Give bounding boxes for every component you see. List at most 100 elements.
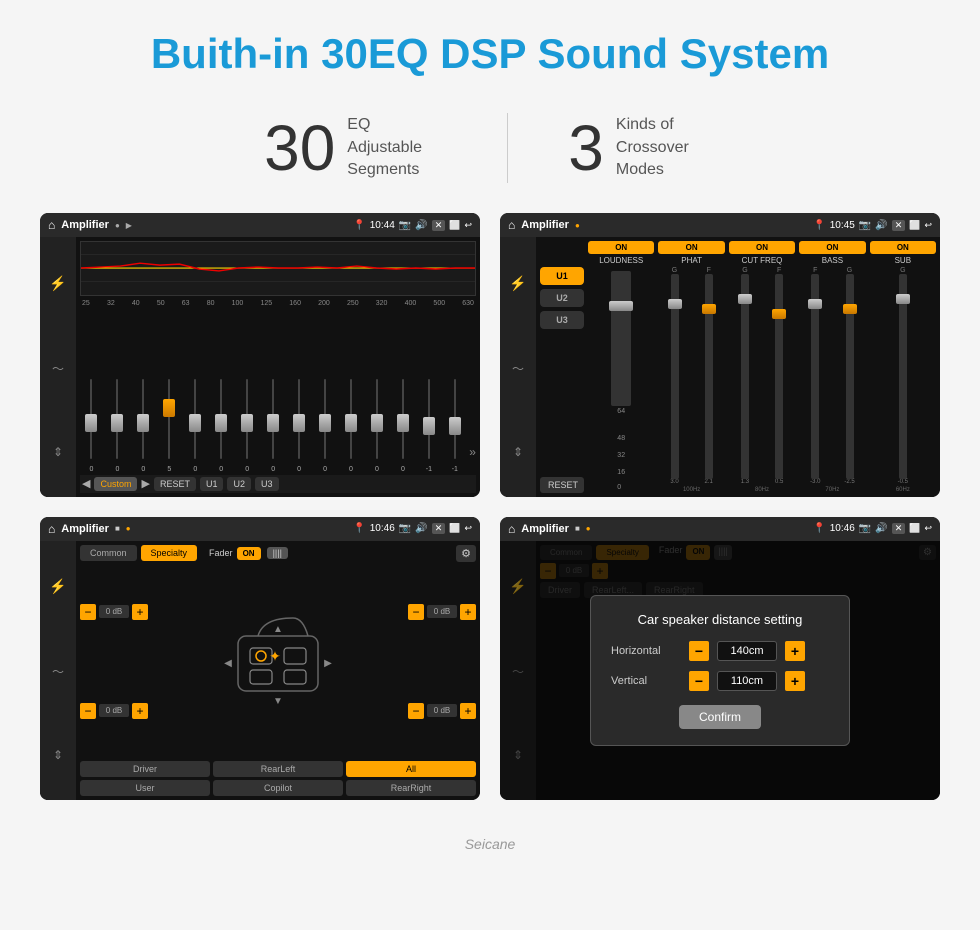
all-btn[interactable]: All xyxy=(346,761,476,777)
vol-br-minus[interactable]: − xyxy=(408,703,424,719)
eq-u1-btn[interactable]: U1 xyxy=(200,477,224,491)
vol-tl-minus[interactable]: − xyxy=(80,604,96,620)
speaker-filter-icon[interactable]: ⚡ xyxy=(49,578,66,595)
stats-row: 30 EQ AdjustableSegments 3 Kinds ofCross… xyxy=(0,98,980,213)
fader-handle-8[interactable] xyxy=(293,414,305,432)
crossover-wave-icon[interactable]: 〜 xyxy=(512,360,524,377)
eq-play-icon[interactable]: ▶ xyxy=(126,221,132,230)
vol-tr-display: 0 dB xyxy=(427,605,457,618)
fader-handle-1[interactable] xyxy=(111,414,123,432)
vol-br-display: 0 dB xyxy=(427,704,457,717)
dialog-vertical-minus[interactable]: − xyxy=(689,671,709,691)
common-tab[interactable]: Common xyxy=(80,545,137,561)
sub-g-handle[interactable] xyxy=(896,294,910,304)
settings-icon[interactable]: ⚙ xyxy=(456,545,476,562)
distance-layout-icon[interactable]: ⬜ xyxy=(909,523,920,534)
vol-tr-plus[interactable]: + xyxy=(460,604,476,620)
distance-back-icon[interactable]: ↩ xyxy=(924,523,932,534)
speaker-vol-icon[interactable]: ⇕ xyxy=(53,748,63,762)
fader-toggle[interactable]: ON xyxy=(237,547,261,560)
cutfreq-f-handle[interactable] xyxy=(772,309,786,319)
eq-wave-icon[interactable]: 〜 xyxy=(52,360,64,377)
phat-f-handle[interactable] xyxy=(702,304,716,314)
speaker-x-btn[interactable]: ✕ xyxy=(432,523,446,534)
eq-u3-btn[interactable]: U3 xyxy=(255,477,279,491)
distance-x-btn[interactable]: ✕ xyxy=(892,523,906,534)
dialog-horizontal-plus[interactable]: + xyxy=(785,641,805,661)
crossover-back-icon[interactable]: ↩ xyxy=(924,220,932,231)
eq-custom-btn[interactable]: Custom xyxy=(94,477,137,491)
fader-handle-14[interactable] xyxy=(449,417,461,435)
speaker-home-icon[interactable]: ⌂ xyxy=(48,522,55,536)
fader-handle-4[interactable] xyxy=(189,414,201,432)
fader-handle-10[interactable] xyxy=(345,414,357,432)
rearright-btn[interactable]: RearRight xyxy=(346,780,476,796)
eq-layout-icon[interactable]: ⬜ xyxy=(449,220,460,231)
bass-toggle[interactable]: ON xyxy=(799,241,865,254)
fader-col-12: 0 xyxy=(391,379,414,459)
sub-toggle[interactable]: ON xyxy=(870,241,936,254)
fader-handle-11[interactable] xyxy=(371,414,383,432)
fader-slider[interactable]: |||| xyxy=(267,547,288,559)
freq-50: 50 xyxy=(157,300,165,307)
eq-x-btn[interactable]: ✕ xyxy=(432,220,446,231)
vol-tr-minus[interactable]: − xyxy=(408,604,424,620)
fader-handle-5[interactable] xyxy=(215,414,227,432)
driver-btn[interactable]: Driver xyxy=(80,761,210,777)
eq-filter-icon[interactable]: ⚡ xyxy=(49,275,66,292)
eq-u2-btn[interactable]: U2 xyxy=(227,477,251,491)
phat-toggle[interactable]: ON xyxy=(658,241,724,254)
stat-crossover-label: Kinds ofCrossover Modes xyxy=(616,114,716,181)
specialty-tab[interactable]: Specialty xyxy=(141,545,198,561)
bass-g-handle[interactable] xyxy=(843,304,857,314)
eq-prev-btn[interactable]: ◀ xyxy=(82,477,90,490)
crossover-filter-icon[interactable]: ⚡ xyxy=(509,275,526,292)
loudness-fader-handle[interactable] xyxy=(609,301,633,311)
phat-g-handle[interactable] xyxy=(668,299,682,309)
vol-bl-minus[interactable]: − xyxy=(80,703,96,719)
dialog-horizontal-minus[interactable]: − xyxy=(689,641,709,661)
dialog-vertical-plus[interactable]: + xyxy=(785,671,805,691)
loudness-fader[interactable] xyxy=(611,271,631,406)
copilot-btn[interactable]: Copilot xyxy=(213,780,343,796)
vol-bl-plus[interactable]: + xyxy=(132,703,148,719)
preset-u3-btn[interactable]: U3 xyxy=(540,311,584,329)
eq-vol-icon[interactable]: ⇕ xyxy=(53,445,63,459)
rearleft-btn[interactable]: RearLeft xyxy=(213,761,343,777)
fader-handle-0[interactable] xyxy=(85,414,97,432)
crossover-reset-btn[interactable]: RESET xyxy=(540,477,584,493)
crossover-vol-icon[interactable]: ⇕ xyxy=(513,445,523,459)
distance-home-icon[interactable]: ⌂ xyxy=(508,522,515,536)
preset-u2-btn[interactable]: U2 xyxy=(540,289,584,307)
confirm-button[interactable]: Confirm xyxy=(679,705,761,729)
fader-handle-9[interactable] xyxy=(319,414,331,432)
cutfreq-g-handle[interactable] xyxy=(738,294,752,304)
crossover-layout-icon[interactable]: ⬜ xyxy=(909,220,920,231)
loudness-toggle[interactable]: ON xyxy=(588,241,654,254)
cutfreq-toggle[interactable]: ON xyxy=(729,241,795,254)
vol-tl-plus[interactable]: + xyxy=(132,604,148,620)
eq-back-icon[interactable]: ↩ xyxy=(464,220,472,231)
fader-handle-2[interactable] xyxy=(137,414,149,432)
eq-next-btn[interactable]: ▶ xyxy=(141,477,149,490)
speaker-back-icon[interactable]: ↩ xyxy=(464,523,472,534)
freq-25: 25 xyxy=(82,300,90,307)
expand-icon[interactable]: » xyxy=(469,445,476,459)
fader-handle-3[interactable] xyxy=(163,399,175,417)
crossover-x-btn[interactable]: ✕ xyxy=(892,220,906,231)
preset-u1-btn[interactable]: U1 xyxy=(540,267,584,285)
user-btn[interactable]: User xyxy=(80,780,210,796)
bass-f-handle[interactable] xyxy=(808,299,822,309)
speaker-wave-icon[interactable]: 〜 xyxy=(52,663,64,680)
home-icon[interactable]: ⌂ xyxy=(48,218,55,232)
vol-br-plus[interactable]: + xyxy=(460,703,476,719)
eq-reset-btn[interactable]: RESET xyxy=(154,477,196,491)
fader-handle-12[interactable] xyxy=(397,414,409,432)
speaker-layout-icon[interactable]: ⬜ xyxy=(449,523,460,534)
fader-handle-13[interactable] xyxy=(423,417,435,435)
crossover-status-icons: 📍 10:45 📷 🔊 ✕ ⬜ ↩ xyxy=(813,220,932,231)
fader-handle-7[interactable] xyxy=(267,414,279,432)
fader-handle-6[interactable] xyxy=(241,414,253,432)
distance-screen: ⌂ Amplifier ■ ● 📍 10:46 📷 🔊 ✕ ⬜ ↩ ⚡ 〜 ⇕ xyxy=(500,517,940,801)
crossover-home-icon[interactable]: ⌂ xyxy=(508,218,515,232)
